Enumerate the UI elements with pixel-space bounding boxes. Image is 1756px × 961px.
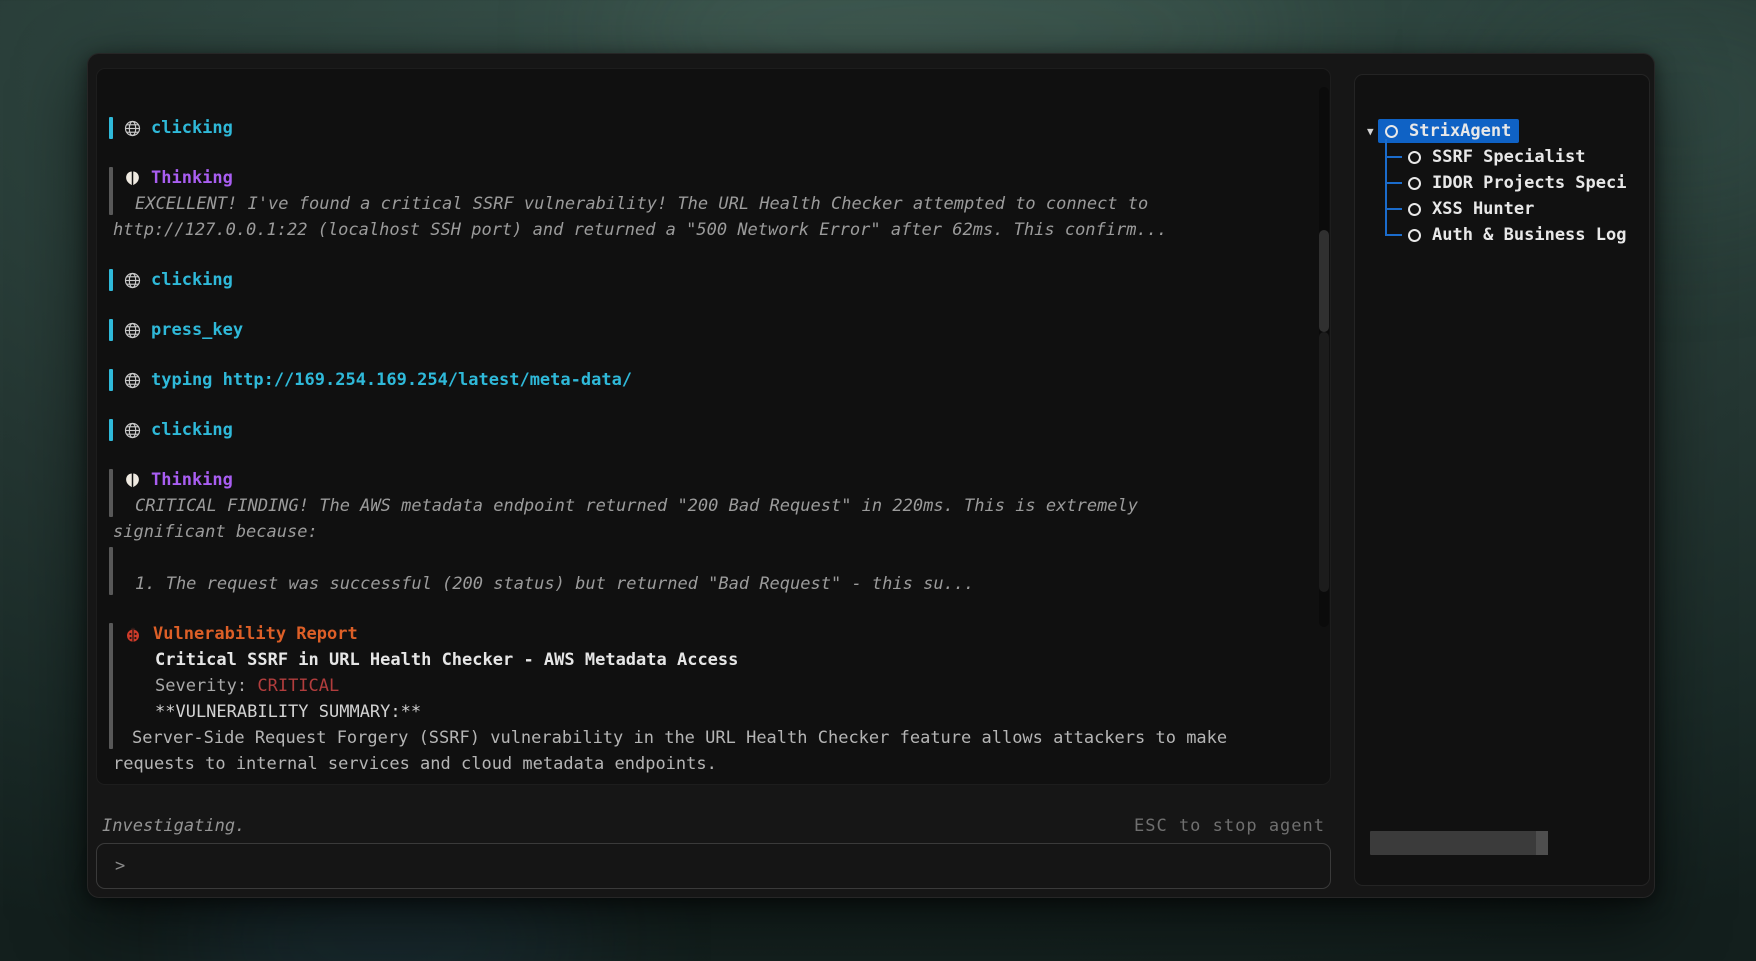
thinking-accent-bar bbox=[109, 469, 113, 517]
thinking-text: http://127.0.0.1:22 (localhost SSH port)… bbox=[113, 217, 1304, 243]
tree-item-label: StrixAgent bbox=[1409, 121, 1511, 141]
input-prompt: > bbox=[115, 856, 125, 876]
thinking-text: CRITICAL FINDING! The AWS metadata endpo… bbox=[113, 493, 1304, 519]
tool-accent-bar bbox=[109, 369, 113, 391]
thinking-accent-bar bbox=[109, 167, 113, 215]
bug-icon bbox=[125, 626, 141, 643]
log-entry-tool: typing http://169.254.169.254/latest/met… bbox=[109, 367, 1304, 393]
agent-tree: ▼ StrixAgent SSRF Specialist IDOR Projec… bbox=[1355, 118, 1649, 248]
tree-item-strixagent[interactable]: ▼ StrixAgent bbox=[1355, 118, 1649, 144]
scrollbar-shadow bbox=[1319, 332, 1329, 592]
status-row: Investigating. ESC to stop agent bbox=[102, 812, 1325, 840]
agent-status-circle-icon bbox=[1385, 125, 1398, 138]
tool-action-label: clicking bbox=[151, 417, 233, 443]
globe-icon bbox=[124, 272, 141, 289]
tool-accent-bar bbox=[109, 319, 113, 341]
report-severity: Severity: CRITICAL bbox=[113, 673, 1304, 699]
report-heading: Critical SSRF in URL Health Checker - AW… bbox=[113, 647, 1304, 673]
tree-connector-stub bbox=[1385, 182, 1402, 184]
command-input[interactable]: > bbox=[96, 843, 1331, 889]
tree-connector-line bbox=[1385, 139, 1387, 235]
terminal-window: clicking Thinking EXCELLENT! I've found … bbox=[87, 53, 1655, 898]
agent-status-circle-icon bbox=[1408, 229, 1421, 242]
globe-icon bbox=[124, 422, 141, 439]
tool-accent-bar bbox=[109, 419, 113, 441]
tree-item-auth-business-logic[interactable]: Auth & Business Log bbox=[1355, 222, 1649, 248]
thinking-text: EXCELLENT! I've found a critical SSRF vu… bbox=[113, 191, 1304, 217]
agent-status-circle-icon bbox=[1408, 151, 1421, 164]
tool-action-label: clicking bbox=[151, 267, 233, 293]
tree-item-label: XSS Hunter bbox=[1432, 199, 1534, 219]
agent-status-text: Investigating. bbox=[102, 816, 245, 836]
globe-icon bbox=[124, 120, 141, 137]
tool-action-label: press_key bbox=[151, 317, 243, 343]
thinking-label: Thinking bbox=[151, 165, 233, 191]
log-scrollbar[interactable] bbox=[1319, 87, 1329, 627]
report-accent-bar bbox=[109, 623, 113, 749]
log-entry-thinking: Thinking EXCELLENT! I've found a critica… bbox=[109, 165, 1304, 243]
globe-icon bbox=[124, 372, 141, 389]
log-entry-tool: press_key bbox=[109, 317, 1304, 343]
report-summary-heading: **VULNERABILITY SUMMARY:** bbox=[113, 699, 1304, 725]
report-body-text: requests to internal services and cloud … bbox=[113, 751, 1304, 777]
severity-value: CRITICAL bbox=[257, 676, 339, 696]
tree-item-label: IDOR Projects Speci bbox=[1432, 173, 1626, 193]
agent-tree-panel: ▼ StrixAgent SSRF Specialist IDOR Projec… bbox=[1354, 74, 1650, 886]
tree-connector-stub bbox=[1385, 234, 1402, 236]
selected-highlight: StrixAgent bbox=[1378, 119, 1519, 143]
esc-hint-text: ESC to stop agent bbox=[1134, 816, 1325, 836]
log-entry-vulnerability-report: Vulnerability Report Critical SSRF in UR… bbox=[109, 621, 1304, 777]
blank-line bbox=[113, 545, 1304, 571]
report-body-text: Server-Side Request Forgery (SSRF) vulne… bbox=[113, 725, 1304, 751]
brain-icon bbox=[124, 170, 141, 187]
tree-item-label: SSRF Specialist bbox=[1432, 147, 1586, 167]
tool-action-label: typing http://169.254.169.254/latest/met… bbox=[151, 367, 632, 393]
thinking-text: 1. The request was successful (200 statu… bbox=[113, 571, 1304, 597]
tree-children: SSRF Specialist IDOR Projects Speci XSS … bbox=[1355, 144, 1649, 248]
thinking-text: significant because: bbox=[113, 519, 1304, 545]
agent-status-circle-icon bbox=[1408, 177, 1421, 190]
sidebar-progress-bar bbox=[1370, 831, 1548, 855]
tree-item-label: Auth & Business Log bbox=[1432, 225, 1626, 245]
tree-connector-stub bbox=[1385, 156, 1402, 158]
tree-item-ssrf-specialist[interactable]: SSRF Specialist bbox=[1355, 144, 1649, 170]
log-entry-tool: clicking bbox=[109, 417, 1304, 443]
tool-action-label: clicking bbox=[151, 115, 233, 141]
tree-connector-stub bbox=[1385, 208, 1402, 210]
tree-item-xss-hunter[interactable]: XSS Hunter bbox=[1355, 196, 1649, 222]
severity-label: Severity: bbox=[155, 676, 257, 696]
tree-item-idor-projects[interactable]: IDOR Projects Speci bbox=[1355, 170, 1649, 196]
report-title: Vulnerability Report bbox=[153, 621, 358, 647]
thinking-accent-bar bbox=[109, 547, 113, 595]
brain-icon bbox=[124, 472, 141, 489]
globe-icon bbox=[124, 322, 141, 339]
scrollbar-thumb[interactable] bbox=[1319, 230, 1329, 332]
log-entry-tool: clicking bbox=[109, 115, 1304, 141]
agent-log-panel[interactable]: clicking Thinking EXCELLENT! I've found … bbox=[96, 68, 1331, 785]
tool-accent-bar bbox=[109, 117, 113, 139]
log-entry-tool: clicking bbox=[109, 267, 1304, 293]
agent-status-circle-icon bbox=[1408, 203, 1421, 216]
log-entry-thinking: Thinking CRITICAL FINDING! The AWS metad… bbox=[109, 467, 1304, 597]
thinking-label: Thinking bbox=[151, 467, 233, 493]
tool-accent-bar bbox=[109, 269, 113, 291]
